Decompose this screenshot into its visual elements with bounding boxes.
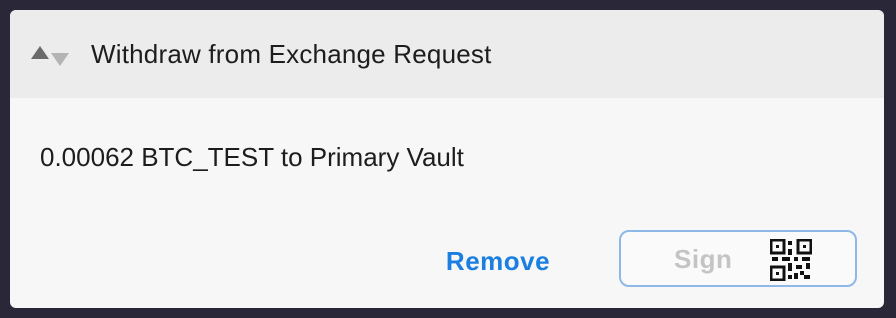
- remove-button[interactable]: Remove: [422, 236, 574, 286]
- sign-button-label: Sign: [674, 244, 733, 274]
- sort-arrows-icon[interactable]: [30, 43, 70, 69]
- sign-button[interactable]: Sign: [619, 230, 857, 287]
- card-body: 0.00062 BTC_TEST to Primary Vault Remove…: [10, 98, 884, 308]
- card-header: Withdraw from Exchange Request: [10, 10, 884, 98]
- withdraw-details: 0.00062 BTC_TEST to Primary Vault: [40, 142, 464, 172]
- qr-code-icon: [770, 239, 812, 281]
- card-title: Withdraw from Exchange Request: [91, 39, 492, 69]
- withdraw-request-card: Withdraw from Exchange Request 0.00062 B…: [10, 10, 884, 308]
